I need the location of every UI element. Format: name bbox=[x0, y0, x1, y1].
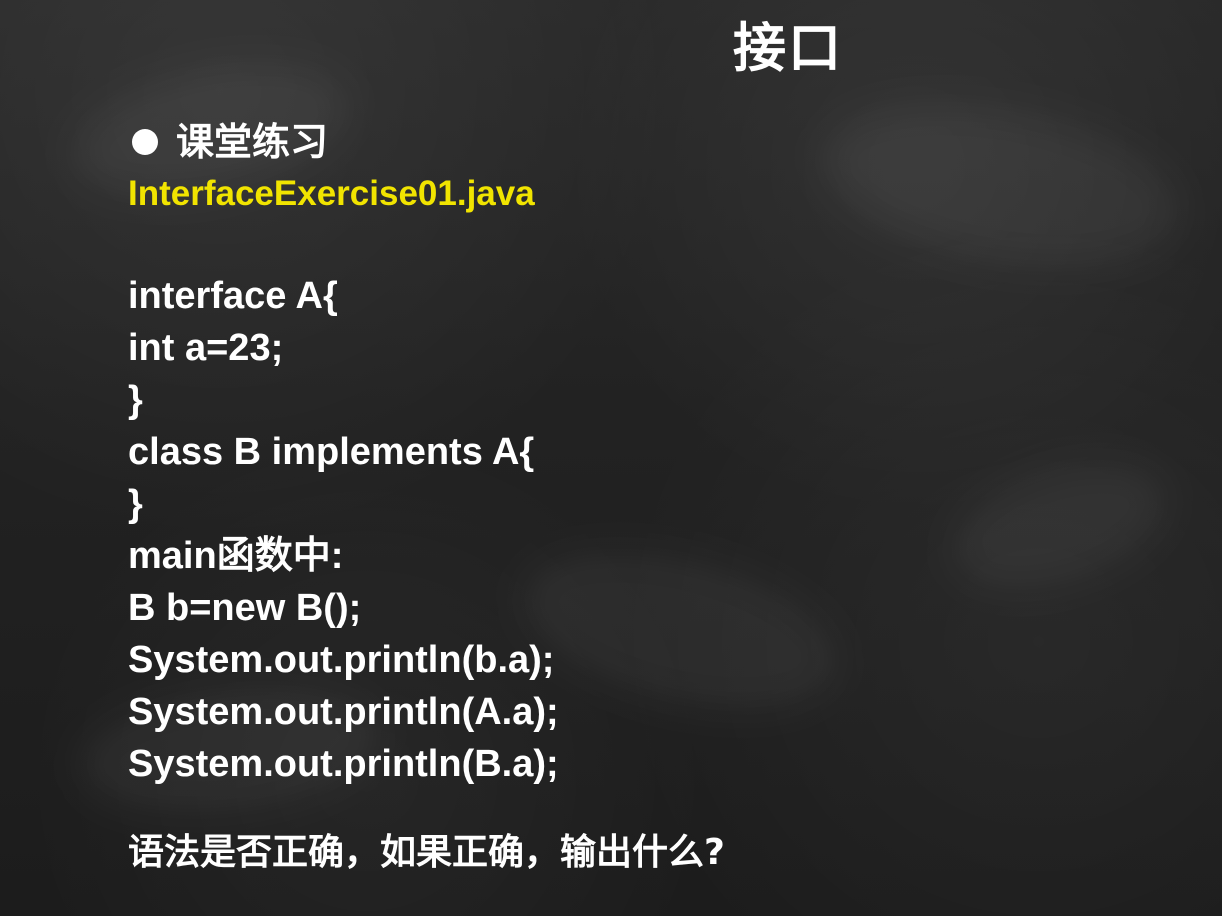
chalkboard-slide: 接口 课堂练习 InterfaceExercise01.java interfa… bbox=[0, 0, 1222, 916]
code-block: interface A{ int a=23; } class B impleme… bbox=[128, 270, 559, 790]
code-line: B b=new B(); bbox=[128, 587, 362, 629]
exercise-bullet: 课堂练习 bbox=[132, 123, 328, 161]
code-line: } bbox=[128, 483, 143, 525]
code-line: System.out.println(A.a); bbox=[128, 691, 559, 733]
file-name: InterfaceExercise01.java bbox=[128, 174, 535, 213]
code-line: System.out.println(B.a); bbox=[128, 743, 559, 785]
code-line: main函数中: bbox=[128, 535, 344, 577]
code-line: int a=23; bbox=[128, 327, 284, 369]
slide-title: 接口 bbox=[733, 18, 843, 79]
question-text: 语法是否正确，如果正确，输出什么? bbox=[128, 832, 725, 873]
code-line: System.out.println(b.a); bbox=[128, 639, 555, 681]
bullet-dot-icon bbox=[132, 129, 158, 155]
chalk-smudge bbox=[938, 438, 1182, 612]
code-line: } bbox=[128, 379, 143, 421]
chalk-smudge bbox=[809, 79, 1191, 291]
chalk-smudge bbox=[507, 523, 853, 737]
code-line: class B implements A{ bbox=[128, 431, 535, 473]
code-line: interface A{ bbox=[128, 275, 338, 317]
exercise-label: 课堂练习 bbox=[176, 120, 329, 164]
